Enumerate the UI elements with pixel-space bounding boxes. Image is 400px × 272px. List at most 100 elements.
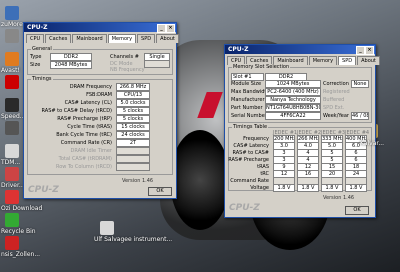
desktop-icon[interactable]: [5, 236, 19, 250]
tab-spd[interactable]: SPD: [137, 34, 156, 43]
timing-row-label: tRAS: [257, 164, 269, 170]
desktop-icon[interactable]: [100, 221, 114, 235]
title-bar[interactable]: CPU-Z _ ×: [225, 45, 375, 55]
close-button[interactable]: ×: [365, 46, 374, 55]
timing-value: 2T: [116, 139, 150, 147]
timing-label: Bank Cycle Time (tRC): [56, 132, 112, 138]
desktop-icon[interactable]: [5, 190, 19, 204]
timing-row-label: RAS# to CAS#: [232, 150, 269, 156]
desktop-icon[interactable]: [5, 98, 19, 112]
timing-value: [116, 147, 150, 155]
desktop-icon[interactable]: [5, 167, 19, 181]
minimize-button[interactable]: _: [356, 46, 365, 55]
timing-cell: 1.8 V: [345, 184, 367, 192]
timing-value: [116, 163, 150, 171]
tab-about[interactable]: About: [156, 34, 179, 43]
timing-row-label: Voltage: [250, 185, 269, 191]
spd-ext-label: SPD Ext.: [323, 105, 345, 111]
spd-info-label: Max Bandwidth: [231, 89, 270, 95]
timing-row-label: RAS# Precharge: [228, 157, 269, 163]
tab-spd[interactable]: SPD: [338, 56, 357, 65]
timing-cell: 1.8 V: [297, 184, 319, 192]
desktop-icon-label: Speed...: [1, 113, 26, 120]
desktop-icon-label-bottom: Ulf Salvagee instrument...: [94, 236, 173, 243]
tab-memory[interactable]: Memory: [308, 56, 338, 65]
desktop-icon-label-right: Kalvar...: [360, 140, 385, 147]
desktop-icon[interactable]: [5, 75, 19, 89]
slot-section-label: Memory Slot Selection: [232, 64, 291, 70]
window-title: CPU-Z: [228, 46, 249, 53]
desktop-icon-label: TDM...: [1, 159, 21, 166]
type-label: Type: [30, 54, 42, 60]
spd-info-value: NT1GT64U8HB0BN-3C: [265, 104, 321, 112]
general-group: General Type DDR2 Size 2048 MBytes Chann…: [27, 46, 173, 75]
desktop-icon-label: Ozi Download: [1, 205, 43, 212]
spd-info-value: 4FF6CA22: [265, 112, 321, 120]
minimize-button[interactable]: _: [157, 24, 166, 33]
correction-label: Correction: [323, 81, 349, 87]
spd-info-label: Part Number: [231, 105, 263, 111]
timings-table-label: Timings Table: [232, 124, 269, 130]
size-label: Size: [30, 62, 41, 68]
desktop-icon[interactable]: [5, 144, 19, 158]
timing-value: 15 clocks: [116, 123, 150, 131]
correction-value: None: [351, 80, 369, 88]
version-label: Version 1.46: [323, 195, 355, 201]
timing-label: Row To Column (tRCD): [55, 164, 112, 170]
timing-label: CAS# Latency (CL): [64, 100, 112, 106]
desktop-icon[interactable]: [5, 29, 19, 43]
tab-about[interactable]: About: [357, 56, 380, 65]
title-bar[interactable]: CPU-Z _ ×: [24, 23, 176, 33]
timing-cell: 1.8 V: [273, 184, 295, 192]
general-label: General: [31, 46, 53, 52]
timing-value: 266.8 MHz: [116, 83, 150, 91]
tab-bar: CPU Caches Mainboard Memory SPD About: [24, 32, 179, 43]
timing-value: 5.0 clocks: [116, 99, 150, 107]
week-year-value: 46 / 08: [351, 112, 369, 120]
spd-info-label: Manufacturer: [231, 97, 265, 103]
timing-row-label: CAS# Latency: [233, 143, 269, 149]
week-year-label: Week/Year: [323, 113, 349, 119]
timings-group: Timings DRAM Frequency 266.8 MHz FSB:DRAM C…: [27, 76, 173, 175]
spd-info-label: Module Size: [231, 81, 262, 87]
wallpaper-front-tire: [170, 130, 230, 230]
timing-value: 5 clocks: [116, 107, 150, 115]
spd-info-label: Serial Number: [231, 113, 267, 119]
timing-label: RAS# to CAS# Delay (tRCD): [41, 108, 112, 114]
desktop-icon[interactable]: [5, 121, 19, 135]
timing-label: DRAM Idle Timer: [70, 148, 112, 154]
cpuz-logo: CPU-Z: [28, 185, 59, 195]
version-label: Version 1.46: [122, 178, 154, 184]
timing-row-label: tRC: [260, 171, 269, 177]
timing-row-label: Frequency: [243, 136, 269, 142]
desktop-icon-label: Avast!: [1, 67, 20, 74]
timing-label: FSB:DRAM: [86, 92, 112, 98]
tab-caches[interactable]: Caches: [45, 34, 72, 43]
size-value: 2048 MBytes: [50, 61, 92, 69]
ok-button[interactable]: OK: [148, 187, 172, 196]
timing-label: DRAM Frequency: [69, 84, 112, 90]
cpuz-spd-window: CPU-Z _ × CPU Caches Mainboard Memory SP…: [224, 44, 380, 218]
dc-mode-value: [144, 60, 170, 68]
tab-mainboard[interactable]: Mainboard: [72, 34, 107, 43]
timing-cell: 1.8 V: [321, 184, 343, 192]
close-button[interactable]: ×: [166, 24, 175, 33]
tab-memory[interactable]: Memory: [107, 34, 137, 43]
timings-table-group: Timings Table JEDEC #1 JEDEC #2 JEDEC #3 JE…: [228, 124, 372, 192]
timing-value: CPU/13: [116, 91, 150, 99]
timings-label: Timings: [31, 76, 53, 82]
window-title: CPU-Z: [27, 24, 48, 31]
timing-row-label: Command Rate: [230, 178, 269, 184]
desktop-icon[interactable]: [5, 213, 19, 227]
spd-info-value: Nanya Technology: [265, 96, 321, 104]
channels-label: Channels #: [110, 54, 139, 60]
slot-select[interactable]: Slot #1: [231, 73, 264, 81]
cpuz-memory-window: CPU-Z _ × CPU Caches Mainboard Memory SP…: [23, 22, 179, 199]
desktop-icon[interactable]: [5, 6, 19, 20]
cpuz-logo: CPU-Z: [229, 203, 260, 213]
ok-button[interactable]: OK: [345, 206, 369, 215]
desktop-icon[interactable]: [5, 52, 19, 66]
tab-cpu[interactable]: CPU: [26, 34, 45, 43]
timing-value: 5 clocks: [116, 115, 150, 123]
desktop-icon-label: Driver...: [1, 182, 25, 189]
